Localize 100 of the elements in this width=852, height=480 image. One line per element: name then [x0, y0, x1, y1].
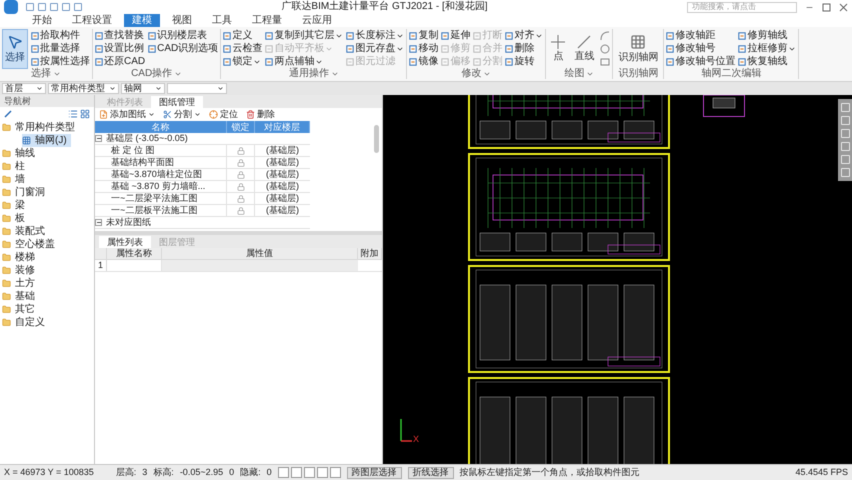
- grid-view-icon[interactable]: [80, 109, 90, 119]
- menu-tab[interactable]: 视图: [164, 14, 200, 27]
- ribbon-tool-button[interactable]: 镜像: [409, 55, 438, 68]
- maximize-icon[interactable]: [822, 2, 831, 12]
- ribbon-tool-button[interactable]: 查找替换: [95, 29, 146, 42]
- status-toggle-button[interactable]: 折线选择: [408, 466, 454, 478]
- toolbar-button[interactable]: 定位: [209, 110, 238, 119]
- tree-item[interactable]: 门窗洞: [2, 186, 94, 199]
- dropdown-field[interactable]: 轴网: [121, 83, 165, 94]
- table-cell[interactable]: 基础结构平面图: [95, 157, 227, 168]
- ribbon-tool-button[interactable]: 修改轴号: [666, 42, 736, 55]
- tool-icon: [441, 58, 450, 66]
- ribbon-tool-button[interactable]: 还原CAD: [95, 55, 146, 68]
- ribbon-tool-button[interactable]: 拉框修剪: [738, 42, 796, 55]
- ribbon-tool-button[interactable]: 对齐: [505, 29, 544, 42]
- snap-tool-icon[interactable]: [290, 467, 302, 478]
- ribbon-tool-button[interactable]: 复制: [409, 29, 438, 42]
- dropdown-field[interactable]: 首层: [2, 83, 46, 94]
- ribbon-tool-button[interactable]: 修改轴距: [666, 29, 736, 42]
- snap-tool-icon[interactable]: [316, 467, 328, 478]
- list-view-icon[interactable]: [68, 109, 78, 119]
- tree-item[interactable]: 轴线: [2, 147, 94, 160]
- large-tool-button[interactable]: 选择: [2, 29, 28, 69]
- ribbon-tool-button[interactable]: 修改轴号位置: [666, 55, 736, 68]
- dropdown-field[interactable]: [167, 83, 227, 94]
- tree-item[interactable]: 柱: [2, 160, 94, 173]
- snap-tool-icon[interactable]: [278, 467, 289, 478]
- group-label-button[interactable]: 识别轴网: [618, 69, 658, 79]
- menu-tab[interactable]: 工程量: [244, 14, 290, 27]
- tree-item[interactable]: 装配式: [2, 225, 94, 238]
- tree-item[interactable]: 空心楼盖: [2, 238, 94, 251]
- toolbar-button[interactable]: 分割: [163, 110, 201, 119]
- ribbon-tool-button[interactable]: 移动: [409, 42, 438, 55]
- menu-tab[interactable]: 开始: [24, 14, 60, 27]
- tree-item[interactable]: 墙: [2, 173, 94, 186]
- table-cell[interactable]: 一~二层板平法施工图: [95, 205, 227, 216]
- tree-item[interactable]: 土方: [2, 277, 94, 290]
- dropdown-field[interactable]: 常用构件类型: [48, 83, 119, 94]
- ribbon-tool-button[interactable]: 复制到其它层: [265, 29, 344, 42]
- search-field[interactable]: 功能搜索，请点击: [687, 2, 797, 12]
- ribbon-tool-button[interactable]: 定义: [223, 29, 262, 42]
- pointer-icon: [7, 34, 23, 50]
- ribbon-tool-button[interactable]: 批量选择: [31, 42, 90, 55]
- tree-item[interactable]: 楼梯: [2, 251, 94, 264]
- group-label-button[interactable]: CAD操作: [131, 68, 182, 78]
- lock-icon[interactable]: [236, 158, 244, 166]
- tree-item[interactable]: 板: [2, 212, 94, 225]
- group-label-button[interactable]: 通用操作: [288, 68, 339, 78]
- group-label-button[interactable]: 修改: [461, 68, 492, 78]
- ribbon-tool-button[interactable]: 按属性选择: [31, 55, 90, 68]
- ribbon-tool-button[interactable]: 延伸: [441, 29, 470, 42]
- table-cell[interactable]: 基础 ~3.870 剪力墙暗...: [95, 181, 227, 192]
- group-label-button[interactable]: 绘图: [564, 69, 594, 79]
- menu-tab[interactable]: 建模: [124, 14, 160, 27]
- menu-tab[interactable]: 云应用: [294, 14, 340, 27]
- expander-icon[interactable]: [95, 219, 102, 226]
- ribbon-tool-button[interactable]: 恢复轴线: [738, 55, 796, 68]
- tree-item[interactable]: 自定义: [2, 316, 94, 329]
- ribbon-tool-button[interactable]: 云检查: [223, 42, 262, 55]
- lock-icon[interactable]: [236, 182, 244, 190]
- table-cell[interactable]: 桩 定 位 图: [95, 145, 227, 156]
- large-tool-button[interactable]: 直线: [571, 29, 598, 69]
- ribbon-tool-button[interactable]: 删除: [505, 42, 544, 55]
- ribbon-tool-button[interactable]: 设置比例: [95, 42, 146, 55]
- ribbon-tool-button[interactable]: 两点辅轴: [265, 55, 344, 68]
- expander-icon[interactable]: [95, 135, 102, 142]
- toolbar-button[interactable]: 添加图纸: [99, 110, 155, 119]
- tree-item[interactable]: 常用构件类型: [2, 121, 94, 134]
- group-label-button[interactable]: 选择: [31, 69, 61, 79]
- panel-tab[interactable]: 图纸管理: [151, 96, 203, 108]
- lock-icon[interactable]: [236, 194, 244, 202]
- ribbon-tool-button[interactable]: 修剪轴线: [738, 29, 796, 42]
- menu-tab[interactable]: 工程设置: [64, 14, 120, 27]
- large-tool-button[interactable]: 点: [548, 29, 568, 69]
- ribbon-tool-button[interactable]: 拾取构件: [31, 29, 90, 42]
- table-cell[interactable]: 基础~3.870墙柱定位图: [95, 169, 227, 180]
- group-label-button[interactable]: 轴网二次编辑: [701, 68, 762, 78]
- snap-tool-icon[interactable]: [304, 467, 315, 478]
- menu-tab[interactable]: 工具: [204, 14, 240, 27]
- close-icon[interactable]: [839, 2, 848, 12]
- lock-icon[interactable]: [236, 206, 244, 214]
- panel-tab[interactable]: 属性列表: [99, 236, 151, 248]
- ribbon-tool-button[interactable]: 识别楼层表: [148, 29, 218, 42]
- tree-item[interactable]: 装修: [2, 264, 94, 277]
- toolbar-button[interactable]: 删除: [246, 110, 275, 119]
- ribbon-tool-button[interactable]: 图元存盘: [346, 42, 404, 55]
- ribbon-tool-button[interactable]: 旋转: [505, 55, 544, 68]
- tree-item[interactable]: 梁: [2, 199, 94, 212]
- tree-item[interactable]: 轴网(J): [22, 134, 71, 147]
- table-cell[interactable]: 一~二层梁平法施工图: [95, 193, 227, 204]
- ribbon-tool-button[interactable]: 锁定: [223, 55, 262, 68]
- tree-item[interactable]: 基础: [2, 290, 94, 303]
- lock-icon[interactable]: [236, 146, 244, 154]
- lock-icon[interactable]: [236, 170, 244, 178]
- tree-item[interactable]: 其它: [2, 303, 94, 316]
- snap-tool-icon[interactable]: [330, 467, 341, 478]
- large-tool-button[interactable]: 识别轴网: [615, 29, 662, 69]
- ribbon-tool-button[interactable]: 长度标注: [346, 29, 404, 42]
- ribbon-tool-button[interactable]: CAD识别选项: [148, 42, 218, 55]
- status-toggle-button[interactable]: 跨图层选择: [346, 466, 402, 478]
